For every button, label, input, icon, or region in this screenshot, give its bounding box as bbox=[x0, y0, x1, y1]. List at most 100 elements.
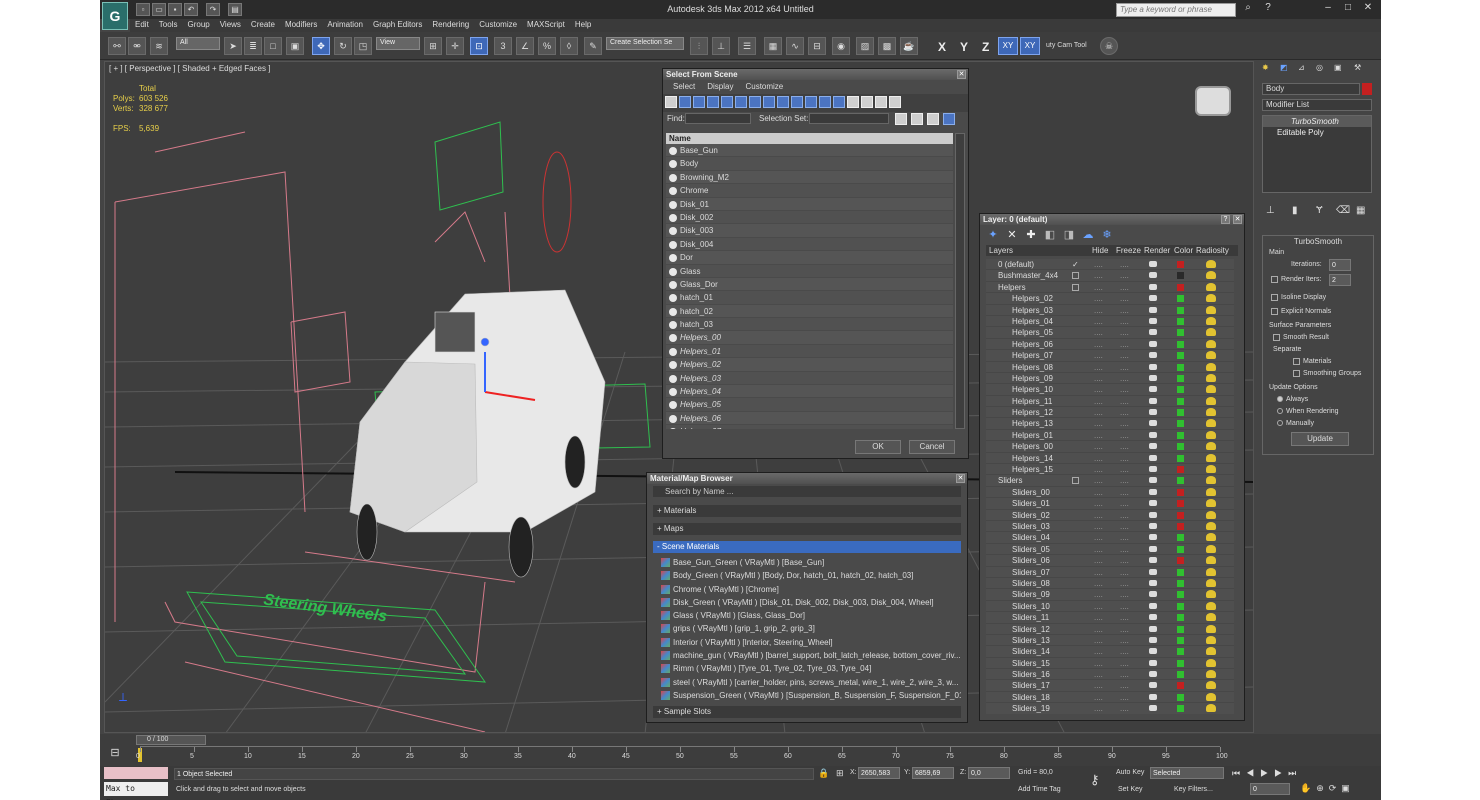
radiosity-icon[interactable] bbox=[1206, 510, 1216, 519]
radiosity-icon[interactable] bbox=[1206, 613, 1216, 622]
selection-set-dropdown[interactable] bbox=[809, 113, 889, 124]
axis-xy-button[interactable]: XY bbox=[998, 37, 1018, 55]
rect-selection-icon[interactable]: □ bbox=[264, 37, 282, 55]
col-freeze[interactable]: Freeze bbox=[1116, 245, 1141, 256]
stack-turbosmooth[interactable]: TurboSmooth bbox=[1263, 116, 1371, 127]
render-teapot-icon[interactable] bbox=[1149, 374, 1157, 381]
layer-row[interactable]: Sliders_03........ bbox=[986, 521, 1234, 533]
hide-toggle[interactable]: .... bbox=[1094, 373, 1103, 384]
layer-row[interactable]: Helpers........ bbox=[986, 282, 1234, 294]
hide-toggle[interactable]: .... bbox=[1094, 270, 1103, 281]
freeze-toggle[interactable]: .... bbox=[1120, 498, 1129, 509]
render-teapot-icon[interactable] bbox=[1149, 671, 1157, 678]
hide-toggle[interactable]: .... bbox=[1094, 567, 1103, 578]
select-by-name-icon[interactable]: ≣ bbox=[244, 37, 262, 55]
layer-row[interactable]: Sliders_17........ bbox=[986, 680, 1234, 692]
layer-color-swatch[interactable] bbox=[1177, 363, 1184, 371]
render-teapot-icon[interactable] bbox=[1149, 261, 1157, 267]
ok-button[interactable]: OK bbox=[855, 440, 901, 454]
scene-object-row[interactable]: Helpers_01 bbox=[666, 345, 953, 359]
freeze-toggle[interactable]: .... bbox=[1120, 270, 1129, 281]
layer-row[interactable]: Helpers_02........ bbox=[986, 293, 1234, 305]
freeze-toggle[interactable]: .... bbox=[1120, 487, 1129, 498]
render-teapot-icon[interactable] bbox=[1149, 614, 1157, 621]
app-logo-icon[interactable]: G bbox=[102, 2, 128, 30]
scene-object-row[interactable]: Glass_Dor bbox=[666, 277, 953, 292]
radiosity-icon[interactable] bbox=[1206, 544, 1216, 553]
freeze-toggle[interactable]: .... bbox=[1120, 441, 1129, 452]
hide-toggle[interactable]: .... bbox=[1094, 418, 1103, 429]
hide-toggle[interactable]: .... bbox=[1094, 646, 1103, 657]
selection-filter-dropdown[interactable]: All bbox=[176, 37, 220, 50]
display-groups-icon[interactable] bbox=[763, 96, 775, 108]
scene-object-row[interactable]: Glass bbox=[666, 265, 953, 278]
hide-toggle[interactable]: .... bbox=[1094, 635, 1103, 646]
scene-object-row[interactable]: Helpers_05 bbox=[666, 398, 953, 412]
render-teapot-icon[interactable] bbox=[1149, 591, 1157, 598]
scene-object-row[interactable]: Helpers_03 bbox=[666, 372, 953, 386]
hide-all-icon[interactable]: ☁ bbox=[1081, 228, 1095, 241]
hide-toggle[interactable]: .... bbox=[1094, 532, 1103, 543]
layer-row[interactable]: Helpers_03........ bbox=[986, 305, 1234, 316]
freeze-toggle[interactable]: .... bbox=[1120, 362, 1129, 373]
layer-row[interactable]: Helpers_09........ bbox=[986, 373, 1234, 385]
layer-row[interactable]: Helpers_12........ bbox=[986, 407, 1234, 419]
radiosity-icon[interactable] bbox=[1206, 658, 1216, 667]
layer-row[interactable]: Helpers_05........ bbox=[986, 327, 1234, 339]
scene-material-row[interactable]: grips ( VRayMtl ) [grip_1, grip_2, grip_… bbox=[659, 622, 961, 635]
col-radiosity[interactable]: Radiosity bbox=[1196, 245, 1229, 256]
freeze-toggle[interactable]: .... bbox=[1120, 624, 1129, 635]
freeze-toggle[interactable]: .... bbox=[1120, 305, 1129, 316]
key-mode-dropdown[interactable]: Selected bbox=[1150, 767, 1224, 779]
render-teapot-icon[interactable] bbox=[1149, 602, 1157, 609]
materials-checkbox[interactable] bbox=[1293, 357, 1300, 365]
layer-row[interactable]: Helpers_15........ bbox=[986, 464, 1234, 476]
radiosity-icon[interactable] bbox=[1206, 601, 1216, 610]
radiosity-icon[interactable] bbox=[1206, 692, 1216, 701]
radiosity-icon[interactable] bbox=[1206, 624, 1216, 633]
hide-toggle[interactable]: .... bbox=[1094, 498, 1103, 509]
freeze-toggle[interactable]: .... bbox=[1120, 475, 1129, 486]
render-iters-spinner[interactable]: 2 bbox=[1329, 274, 1351, 286]
layer-color-swatch[interactable] bbox=[1177, 625, 1184, 633]
radiosity-icon[interactable] bbox=[1206, 465, 1216, 474]
manipulate-icon[interactable]: ✛ bbox=[446, 37, 464, 55]
show-end-result-icon[interactable]: ▮ bbox=[1292, 205, 1298, 216]
layer-color-swatch[interactable] bbox=[1177, 466, 1184, 474]
menu-rendering[interactable]: Rendering bbox=[427, 19, 474, 30]
hide-toggle[interactable]: .... bbox=[1094, 612, 1103, 623]
render-teapot-icon[interactable] bbox=[1149, 557, 1157, 564]
render-teapot-icon[interactable] bbox=[1149, 705, 1157, 712]
scene-material-row[interactable]: Interior ( VRayMtl ) [Interior, Steering… bbox=[659, 636, 961, 649]
make-unique-icon[interactable]: Ɏ bbox=[1316, 205, 1323, 216]
render-teapot-icon[interactable] bbox=[1149, 534, 1157, 541]
render-teapot-icon[interactable] bbox=[1149, 329, 1157, 336]
scene-object-row[interactable]: Helpers_04 bbox=[666, 385, 953, 399]
hide-toggle[interactable]: .... bbox=[1094, 624, 1103, 635]
layer-color-swatch[interactable] bbox=[1177, 671, 1184, 679]
hide-toggle[interactable]: .... bbox=[1094, 601, 1103, 612]
explicit-normals-checkbox[interactable] bbox=[1271, 307, 1278, 315]
layer-row[interactable]: Sliders_06........ bbox=[986, 555, 1234, 567]
project-folder-icon[interactable]: ▤ bbox=[228, 3, 242, 16]
schematic-view-icon[interactable]: ⊟ bbox=[808, 37, 826, 55]
iterations-spinner[interactable]: 0 bbox=[1329, 259, 1351, 271]
radiosity-icon[interactable] bbox=[1206, 442, 1216, 451]
hide-toggle[interactable]: .... bbox=[1094, 475, 1103, 486]
layer-row[interactable]: Helpers_07........ bbox=[986, 350, 1234, 362]
layer-color-swatch[interactable] bbox=[1177, 340, 1184, 348]
render-teapot-icon[interactable] bbox=[1149, 317, 1157, 324]
radiosity-icon[interactable] bbox=[1206, 533, 1216, 542]
scene-object-row[interactable]: Helpers_06 bbox=[666, 411, 953, 426]
layer-color-swatch[interactable] bbox=[1177, 272, 1184, 280]
layer-color-swatch[interactable] bbox=[1177, 648, 1184, 656]
render-teapot-icon[interactable] bbox=[1149, 283, 1157, 290]
bind-space-warp-icon[interactable]: ≋ bbox=[150, 37, 168, 55]
highlight-layer-icon[interactable]: ◨ bbox=[1062, 228, 1076, 241]
radiosity-icon[interactable] bbox=[1206, 260, 1216, 268]
scene-object-row[interactable]: Helpers_07 bbox=[666, 425, 953, 429]
section-scene-materials[interactable]: - Scene Materials bbox=[653, 541, 961, 553]
layer-color-swatch[interactable] bbox=[1177, 454, 1184, 462]
scene-object-row[interactable]: Helpers_00 bbox=[666, 331, 953, 345]
layer-manager-icon[interactable]: ☰ bbox=[738, 37, 756, 55]
